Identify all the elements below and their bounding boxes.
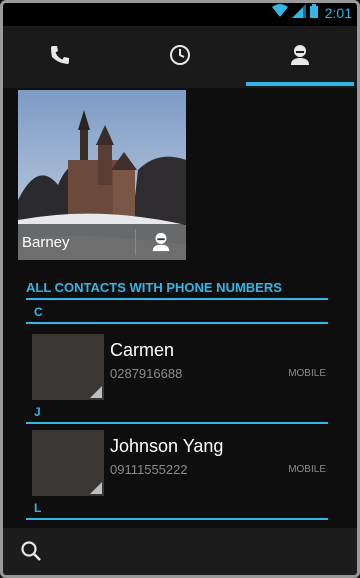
battery-icon (309, 3, 318, 23)
section-header-j: J (26, 402, 328, 424)
phone-icon (49, 44, 71, 71)
contact-number: 09111555222 (110, 462, 188, 477)
section-header-c: C (26, 302, 328, 324)
contacts-content: Barney ALL CONTACTS WITH PHONE NUMBERS C… (0, 88, 360, 528)
contact-name: Johnson Yang (110, 436, 224, 456)
status-time: 2:01 (324, 5, 352, 21)
contact-photo-placeholder (32, 334, 104, 400)
contact-type: MOBILE (288, 464, 326, 475)
bottom-action-bar (0, 528, 360, 578)
contact-name: Carmen (110, 340, 175, 360)
wifi-icon (271, 3, 288, 23)
contact-photo-placeholder (32, 430, 104, 496)
contact-row-johnson-yang[interactable]: Johnson Yang 09111555222 MOBILE (26, 428, 330, 498)
clock-icon (169, 44, 191, 71)
favorite-name-bar: Barney (18, 224, 186, 260)
all-contacts-header: ALL CONTACTS WITH PHONE NUMBERS (26, 276, 328, 300)
tab-phone[interactable] (0, 26, 120, 88)
tab-bar (0, 26, 360, 88)
contact-icon (152, 232, 170, 252)
status-bar: 2:01 (0, 0, 360, 26)
quick-contact-button[interactable] (136, 224, 186, 260)
favorite-contact-tile[interactable]: Barney (18, 90, 186, 260)
tab-contacts[interactable] (240, 26, 360, 88)
search-icon[interactable] (20, 540, 42, 567)
section-header-l: L (26, 498, 328, 520)
contact-icon (288, 43, 312, 72)
contact-row-carmen[interactable]: Carmen 0287916688 MOBILE (26, 332, 330, 402)
signal-icon (291, 3, 306, 23)
contact-number: 0287916688 (110, 366, 183, 381)
favorite-name: Barney (22, 233, 70, 251)
contact-type: MOBILE (288, 368, 326, 379)
tab-recent[interactable] (120, 26, 240, 88)
